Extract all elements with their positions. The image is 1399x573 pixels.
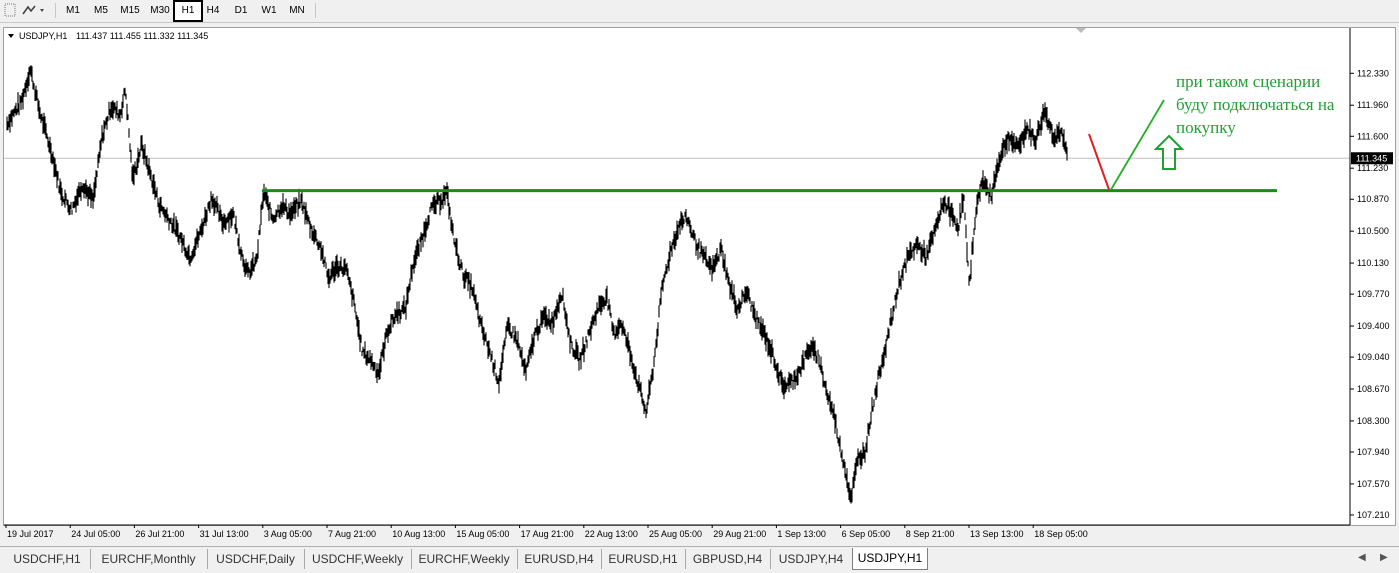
timeframe-h1[interactable]: H1 xyxy=(173,0,203,22)
x-tick-label: 6 Sep 05:00 xyxy=(842,529,891,539)
projection-trendline[interactable] xyxy=(1110,99,1165,191)
chart-tab[interactable]: EURCHF,Weekly xyxy=(411,549,518,569)
timeframe-mn[interactable]: MN xyxy=(284,2,310,19)
timeframe-m30[interactable]: M30 xyxy=(146,2,174,19)
y-tick-label: 112.330 xyxy=(1357,68,1389,78)
x-tick-label: 10 Aug 13:00 xyxy=(392,529,445,539)
annotation-text[interactable]: при таком сценарии буду подключаться на по… xyxy=(1176,72,1335,137)
tab-scroll-left-icon[interactable]: ◀ xyxy=(1358,552,1366,563)
timeframe-h4[interactable]: H4 xyxy=(200,2,226,19)
chart-tab[interactable]: EURCHF,Monthly xyxy=(90,549,208,569)
timeframe-m1[interactable]: M1 xyxy=(60,2,86,19)
line-tools-icon[interactable] xyxy=(22,2,46,18)
x-tick-label: 26 Jul 21:00 xyxy=(135,529,184,539)
chart-shift-marker-icon[interactable] xyxy=(1076,28,1086,33)
annotation-line: при таком сценарии xyxy=(1176,72,1320,91)
timeframe-w1[interactable]: W1 xyxy=(256,2,282,19)
price-bars xyxy=(6,65,1068,504)
chart-window[interactable]: при таком сценарии буду подключаться на по… xyxy=(3,27,1396,539)
x-tick-label: 3 Aug 05:00 xyxy=(264,529,312,539)
x-tick-label: 13 Sep 13:00 xyxy=(970,529,1024,539)
y-tick-label: 111.960 xyxy=(1357,100,1388,110)
annotation-line: покупку xyxy=(1176,118,1236,137)
timeframe-m15[interactable]: M15 xyxy=(116,2,144,19)
x-tick-label: 31 Jul 13:00 xyxy=(200,529,249,539)
y-tick-label: 110.870 xyxy=(1357,194,1389,204)
y-tick-label: 110.500 xyxy=(1357,226,1389,236)
timeframe-toolbar: M1 M5 M15 M30 H1 H4 D1 W1 MN xyxy=(0,0,1399,23)
x-tick-label: 19 Jul 2017 xyxy=(7,529,54,539)
y-tick-label: 109.040 xyxy=(1357,352,1390,362)
y-tick-label: 108.300 xyxy=(1357,416,1390,426)
chart-tab[interactable]: USDJPY,H1 xyxy=(852,548,928,570)
tab-scroll-right-icon[interactable]: ▶ xyxy=(1380,552,1388,563)
x-tick-label: 1 Sep 13:00 xyxy=(777,529,826,539)
chart-tab[interactable]: USDCHF,Daily xyxy=(207,549,305,569)
x-tick-label: 17 Aug 21:00 xyxy=(521,529,574,539)
x-tick-label: 22 Aug 13:00 xyxy=(585,529,638,539)
x-tick-label: 18 Sep 05:00 xyxy=(1034,529,1088,539)
timeframe-d1[interactable]: D1 xyxy=(228,2,254,19)
y-tick-label: 111.600 xyxy=(1357,131,1388,141)
y-tick-label: 109.400 xyxy=(1357,321,1390,331)
chart-tab[interactable]: USDCHF,Weekly xyxy=(304,549,412,569)
x-tick-label: 25 Aug 05:00 xyxy=(649,529,702,539)
annotation-line: буду подключаться на xyxy=(1176,95,1335,114)
y-tick-label: 108.670 xyxy=(1357,384,1390,394)
chart-tabs: USDCHF,H1 EURCHF,Monthly USDCHF,Daily USDCH… xyxy=(0,546,1399,573)
y-tick-label: 111.230 xyxy=(1357,163,1388,173)
toolbar-separator xyxy=(55,3,56,18)
chart-tab[interactable]: EURUSD,H4 xyxy=(517,549,602,569)
chart-symbol: USDJPY,H1 xyxy=(19,31,67,41)
timeframe-m5[interactable]: M5 xyxy=(88,2,114,19)
y-tick-label: 110.130 xyxy=(1357,258,1389,268)
chart-tab[interactable]: EURUSD,H1 xyxy=(601,549,686,569)
chart-tab[interactable]: USDCHF,H1 xyxy=(4,549,91,569)
y-tick-label: 107.570 xyxy=(1357,479,1390,489)
y-tick-label: 107.210 xyxy=(1357,510,1390,520)
x-tick-label: 8 Sep 21:00 xyxy=(906,529,955,539)
current-price-label: 111.345 xyxy=(1356,153,1387,163)
price-series xyxy=(6,65,1068,504)
x-tick-label: 24 Jul 05:00 xyxy=(71,529,120,539)
x-tick-label: 29 Aug 21:00 xyxy=(713,529,766,539)
chart-tab[interactable]: GBPUSD,H4 xyxy=(685,549,771,569)
chart-tab[interactable]: USDJPY,H4 xyxy=(770,549,853,569)
pullback-trendline[interactable] xyxy=(1088,133,1110,190)
collapse-triangle-icon xyxy=(8,34,14,38)
crosshair-icon[interactable] xyxy=(3,2,17,18)
y-tick-label: 107.940 xyxy=(1357,447,1390,457)
x-tick-label: 15 Aug 05:00 xyxy=(456,529,509,539)
buy-arrow-icon[interactable] xyxy=(1153,134,1185,170)
x-tick-label: 7 Aug 21:00 xyxy=(328,529,376,539)
chart-ohlc: 111.437 111.455 111.332 111.345 xyxy=(76,31,208,41)
price-chart[interactable]: при таком сценарии буду подключаться на по… xyxy=(4,28,1395,544)
toolbar-separator xyxy=(315,3,316,18)
y-tick-label: 109.770 xyxy=(1357,289,1390,299)
